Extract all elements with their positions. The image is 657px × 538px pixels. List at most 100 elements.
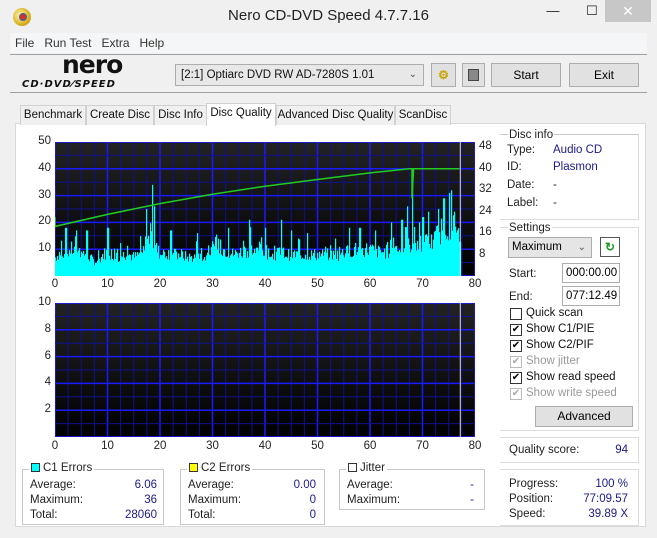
quality-score-label: Quality score: bbox=[509, 444, 580, 456]
c1-y2-tick-label: 32 bbox=[479, 183, 492, 196]
c1-x-tick-label: 40 bbox=[258, 278, 272, 290]
c1-errors-group: C1 Errors Average: 6.06 Maximum: 36 Tota… bbox=[22, 462, 164, 525]
c2-average-label: Average: bbox=[188, 479, 234, 491]
tab-scandisc[interactable]: ScanDisc bbox=[395, 105, 451, 125]
c2-x-tick-label: 0 bbox=[51, 440, 59, 452]
refresh-button[interactable]: ↻ bbox=[600, 237, 620, 257]
speed-label: Speed: bbox=[509, 508, 546, 520]
progress-label: Progress: bbox=[509, 478, 559, 490]
c2-title: C2 Errors bbox=[201, 462, 251, 474]
c2-chart bbox=[55, 303, 475, 437]
save-icon bbox=[468, 69, 479, 81]
c1-total-label: Total: bbox=[30, 509, 58, 521]
jitter-maximum-label: Maximum: bbox=[347, 494, 401, 506]
nero-logo: nero bbox=[62, 50, 123, 79]
c1-y2-tick-label: 16 bbox=[479, 226, 492, 239]
refresh-icon: ↻ bbox=[604, 240, 616, 254]
tab-disc-info[interactable]: Disc Info bbox=[154, 105, 207, 125]
speed-value: 39.89 X bbox=[588, 508, 628, 520]
c1-y-tick-label: 30 bbox=[38, 188, 51, 201]
c1-chart-svg bbox=[55, 142, 475, 276]
checkbox-show-jitter: ✔ bbox=[510, 356, 522, 368]
checkbox-quick-scan[interactable] bbox=[510, 308, 522, 320]
c2-y-tick-label: 10 bbox=[38, 296, 51, 308]
c1-average-label: Average: bbox=[30, 479, 76, 491]
c2-maximum-label: Maximum: bbox=[188, 494, 242, 506]
c1-chart bbox=[55, 142, 475, 276]
c2-x-tick-label: 40 bbox=[258, 440, 272, 452]
c1-x-tick-label: 70 bbox=[416, 278, 429, 290]
checkbox-label: Show C1/PIE bbox=[526, 323, 595, 335]
c2-x-tick-label: 50 bbox=[311, 440, 324, 452]
c1-y-tick-label: 10 bbox=[38, 242, 51, 255]
chevron-down-icon: ⌄ bbox=[408, 69, 417, 80]
chevron-down-icon: ⌄ bbox=[577, 242, 586, 253]
speed-select[interactable]: Maximum ⌄ bbox=[508, 237, 592, 258]
checkbox-label: Quick scan bbox=[526, 307, 583, 319]
settings-section: Settings Maximum ⌄ ↻ Start: 000:00.00 En… bbox=[500, 222, 639, 431]
c2-y-tick-label: 6 bbox=[44, 349, 51, 362]
read-speed-line bbox=[55, 168, 460, 228]
checkbox-show-read-speed[interactable]: ✔ bbox=[510, 372, 522, 384]
c1-y2-tick-label: 24 bbox=[479, 204, 492, 217]
c1-x-tick-label: 0 bbox=[51, 278, 59, 290]
advanced-button[interactable]: Advanced bbox=[535, 406, 633, 427]
c2-x-tick-label: 70 bbox=[416, 440, 429, 452]
c1-x-tick-label: 30 bbox=[206, 278, 219, 290]
c2-x-tick-label: 30 bbox=[206, 440, 219, 452]
exit-button[interactable]: Exit bbox=[569, 63, 639, 87]
tab-disc-quality[interactable]: Disc Quality bbox=[206, 103, 276, 126]
drive-settings-button[interactable]: ⚙ bbox=[431, 63, 456, 87]
c2-color-swatch bbox=[189, 463, 198, 472]
drive-settings-icon: ⚙ bbox=[438, 68, 449, 82]
close-button[interactable]: ✕ bbox=[605, 0, 651, 22]
title-bar: Nero CD-DVD Speed 4.7.7.16 — ☐ ✕ bbox=[0, 0, 657, 32]
tab-benchmark[interactable]: Benchmark bbox=[20, 105, 86, 125]
jitter-maximum-value: - bbox=[470, 494, 474, 506]
checkbox-label: Show read speed bbox=[526, 371, 616, 383]
c2-x-tick-label: 20 bbox=[153, 440, 167, 452]
menu-help[interactable]: Help bbox=[135, 33, 170, 53]
c2-maximum-value: 0 bbox=[309, 494, 316, 506]
start-button[interactable]: Start bbox=[491, 63, 561, 87]
position-label: Position: bbox=[509, 493, 554, 505]
c1-y-tick-label: 50 bbox=[38, 135, 51, 147]
c2-x-tick-label: 60 bbox=[363, 440, 377, 452]
minimize-button[interactable]: — bbox=[533, 0, 573, 22]
c2-x-tick-label: 80 bbox=[468, 440, 482, 452]
jitter-color-swatch bbox=[348, 463, 357, 472]
speed-select-value: Maximum bbox=[512, 241, 562, 253]
c1-y2-tick-label: 48 bbox=[479, 140, 492, 153]
menu-file[interactable]: File bbox=[10, 33, 39, 53]
end-label: End: bbox=[509, 291, 533, 303]
progress-section: Progress: 100 % Position: 77:09.57 Speed… bbox=[500, 469, 639, 526]
checkbox-show-c1-pie[interactable]: ✔ bbox=[510, 324, 522, 336]
tab-advanced-disc-quality[interactable]: Advanced Disc Quality bbox=[276, 105, 395, 125]
checkbox-show-write-speed: ✔ bbox=[510, 388, 522, 400]
c2-x-tick-label: 10 bbox=[101, 440, 114, 452]
c1-x-tick-label: 60 bbox=[363, 278, 377, 290]
jitter-average-label: Average: bbox=[347, 479, 393, 491]
quality-score-value: 94 bbox=[615, 444, 628, 456]
c2-average-value: 0.00 bbox=[293, 479, 316, 491]
checkbox-show-c2-pif[interactable]: ✔ bbox=[510, 340, 522, 352]
c2-y-tick-label: 4 bbox=[44, 376, 51, 389]
drive-select[interactable]: [2:1] Optiarc DVD RW AD-7280S 1.01 ⌄ bbox=[175, 64, 424, 86]
start-field[interactable]: 000:00.00 bbox=[562, 263, 620, 283]
app-window: Nero CD-DVD Speed 4.7.7.16 — ☐ ✕ File Run… bbox=[0, 0, 657, 538]
end-field[interactable]: 077:12.49 bbox=[562, 286, 620, 306]
progress-value: 100 % bbox=[595, 478, 628, 490]
checkbox-label: Show jitter bbox=[526, 355, 580, 367]
drive-select-value: [2:1] Optiarc DVD RW AD-7280S 1.01 bbox=[181, 69, 375, 81]
start-label: Start: bbox=[509, 268, 537, 280]
c1-x-tick-label: 50 bbox=[311, 278, 324, 290]
c1-x-tick-label: 80 bbox=[468, 278, 482, 290]
checkbox-label: Show write speed bbox=[526, 387, 617, 399]
c1-title: C1 Errors bbox=[43, 462, 93, 474]
save-button[interactable] bbox=[462, 63, 485, 87]
tab-create-disc[interactable]: Create Disc bbox=[86, 105, 154, 125]
c2-errors-group: C2 Errors Average: 0.00 Maximum: 0 Total… bbox=[180, 462, 325, 525]
c1-total-value: 28060 bbox=[125, 509, 157, 521]
cd-dvd-speed-logo: CD·DVD⁄SPEED bbox=[22, 79, 116, 90]
checkbox-label: Show C2/PIF bbox=[526, 339, 594, 351]
